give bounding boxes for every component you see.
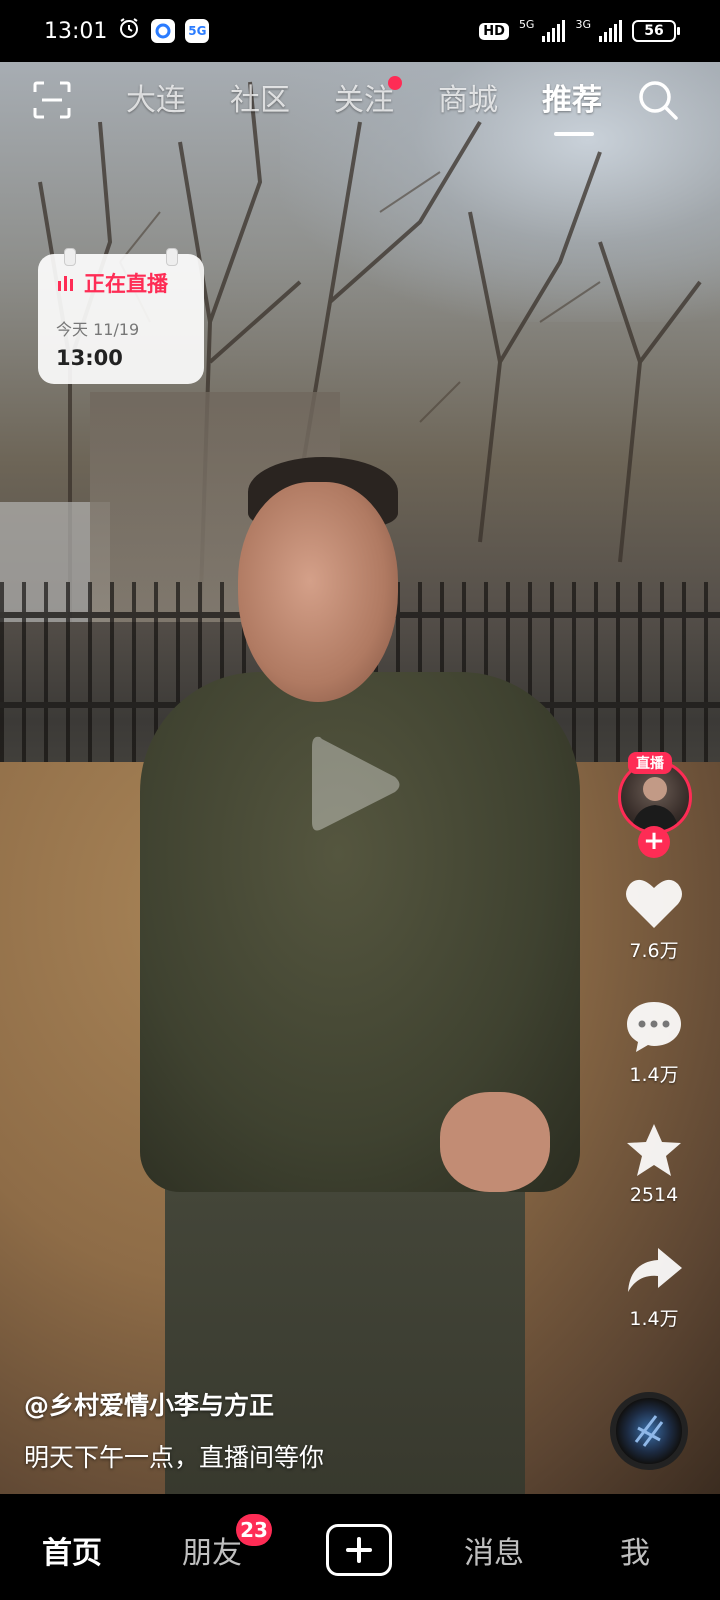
top-tabs: 大连 社区 关注 商城 推荐 bbox=[104, 76, 624, 136]
nav-messages[interactable]: 消息 bbox=[464, 1528, 524, 1572]
hd-icon: HD bbox=[479, 22, 509, 40]
create-button[interactable] bbox=[326, 1524, 392, 1576]
video-description: 明天下午一点，直播间等你 bbox=[24, 1443, 325, 1472]
status-bar: 13:01 5G HD 5G 3G 56 bbox=[0, 0, 720, 62]
tab-community[interactable]: 社区 bbox=[208, 78, 312, 124]
signal-icon-2 bbox=[599, 20, 622, 42]
notification-dot bbox=[388, 76, 402, 90]
net-label-2: 3G bbox=[575, 17, 591, 31]
bottom-nav: 首页 朋友 23 消息 我 bbox=[0, 1494, 720, 1600]
card-pin bbox=[64, 248, 76, 266]
like-count: 7.6万 bbox=[629, 940, 679, 962]
live-badge: 直播 bbox=[628, 752, 672, 774]
tab-following[interactable]: 关注 bbox=[312, 76, 416, 124]
live-status: 正在直播 bbox=[56, 268, 186, 298]
follow-button[interactable]: + bbox=[638, 826, 670, 858]
tab-following-label: 关注 bbox=[334, 83, 394, 118]
signal-icon-1 bbox=[542, 20, 566, 42]
plus-icon bbox=[346, 1537, 372, 1563]
battery-icon: 56 bbox=[632, 20, 680, 42]
live-date: 今天 11/19 bbox=[56, 320, 140, 339]
live-reminder-card[interactable]: 正在直播 今天 11/19 13:00 bbox=[38, 248, 204, 384]
share-button[interactable]: 1.4万 bbox=[612, 1244, 696, 1331]
app-notification-icon bbox=[151, 19, 176, 43]
play-icon[interactable] bbox=[300, 727, 410, 842]
music-disc-art bbox=[634, 1415, 664, 1447]
alarm-icon bbox=[117, 16, 141, 46]
live-title: 正在直播 bbox=[84, 272, 168, 296]
like-button[interactable]: 7.6万 bbox=[612, 876, 696, 963]
comment-icon bbox=[627, 1002, 681, 1052]
status-time: 13:01 bbox=[44, 18, 108, 44]
tab-dalian[interactable]: 大连 bbox=[104, 78, 208, 124]
friends-badge: 23 bbox=[236, 1514, 272, 1546]
tab-mall[interactable]: 商城 bbox=[416, 78, 520, 124]
live-time: 13:00 bbox=[56, 346, 123, 370]
author-name[interactable]: @乡村爱情小李与方正 bbox=[24, 1386, 274, 1422]
comment-count: 1.4万 bbox=[629, 1064, 679, 1086]
share-count: 1.4万 bbox=[629, 1308, 679, 1330]
5g-app-icon: 5G bbox=[185, 19, 210, 43]
video-person-head bbox=[238, 482, 398, 702]
nav-home[interactable]: 首页 bbox=[42, 1528, 102, 1572]
nav-friends[interactable]: 朋友 bbox=[182, 1528, 242, 1572]
nav-me[interactable]: 我 bbox=[620, 1528, 650, 1572]
heart-icon bbox=[626, 879, 682, 928]
card-pin bbox=[166, 248, 178, 266]
favorite-count: 2514 bbox=[629, 1184, 679, 1206]
live-bars-icon bbox=[58, 276, 73, 291]
star-icon bbox=[627, 1124, 681, 1176]
search-icon[interactable] bbox=[636, 78, 680, 122]
scan-icon[interactable] bbox=[32, 80, 72, 120]
tab-recommend[interactable]: 推荐 bbox=[520, 78, 624, 136]
comment-button[interactable]: 1.4万 bbox=[612, 998, 696, 1087]
favorite-button[interactable]: 2514 bbox=[612, 1122, 696, 1206]
share-icon bbox=[628, 1248, 682, 1292]
net-label-1: 5G bbox=[518, 17, 535, 31]
music-disc-icon[interactable] bbox=[610, 1392, 688, 1470]
video-person-hand bbox=[440, 1092, 550, 1192]
